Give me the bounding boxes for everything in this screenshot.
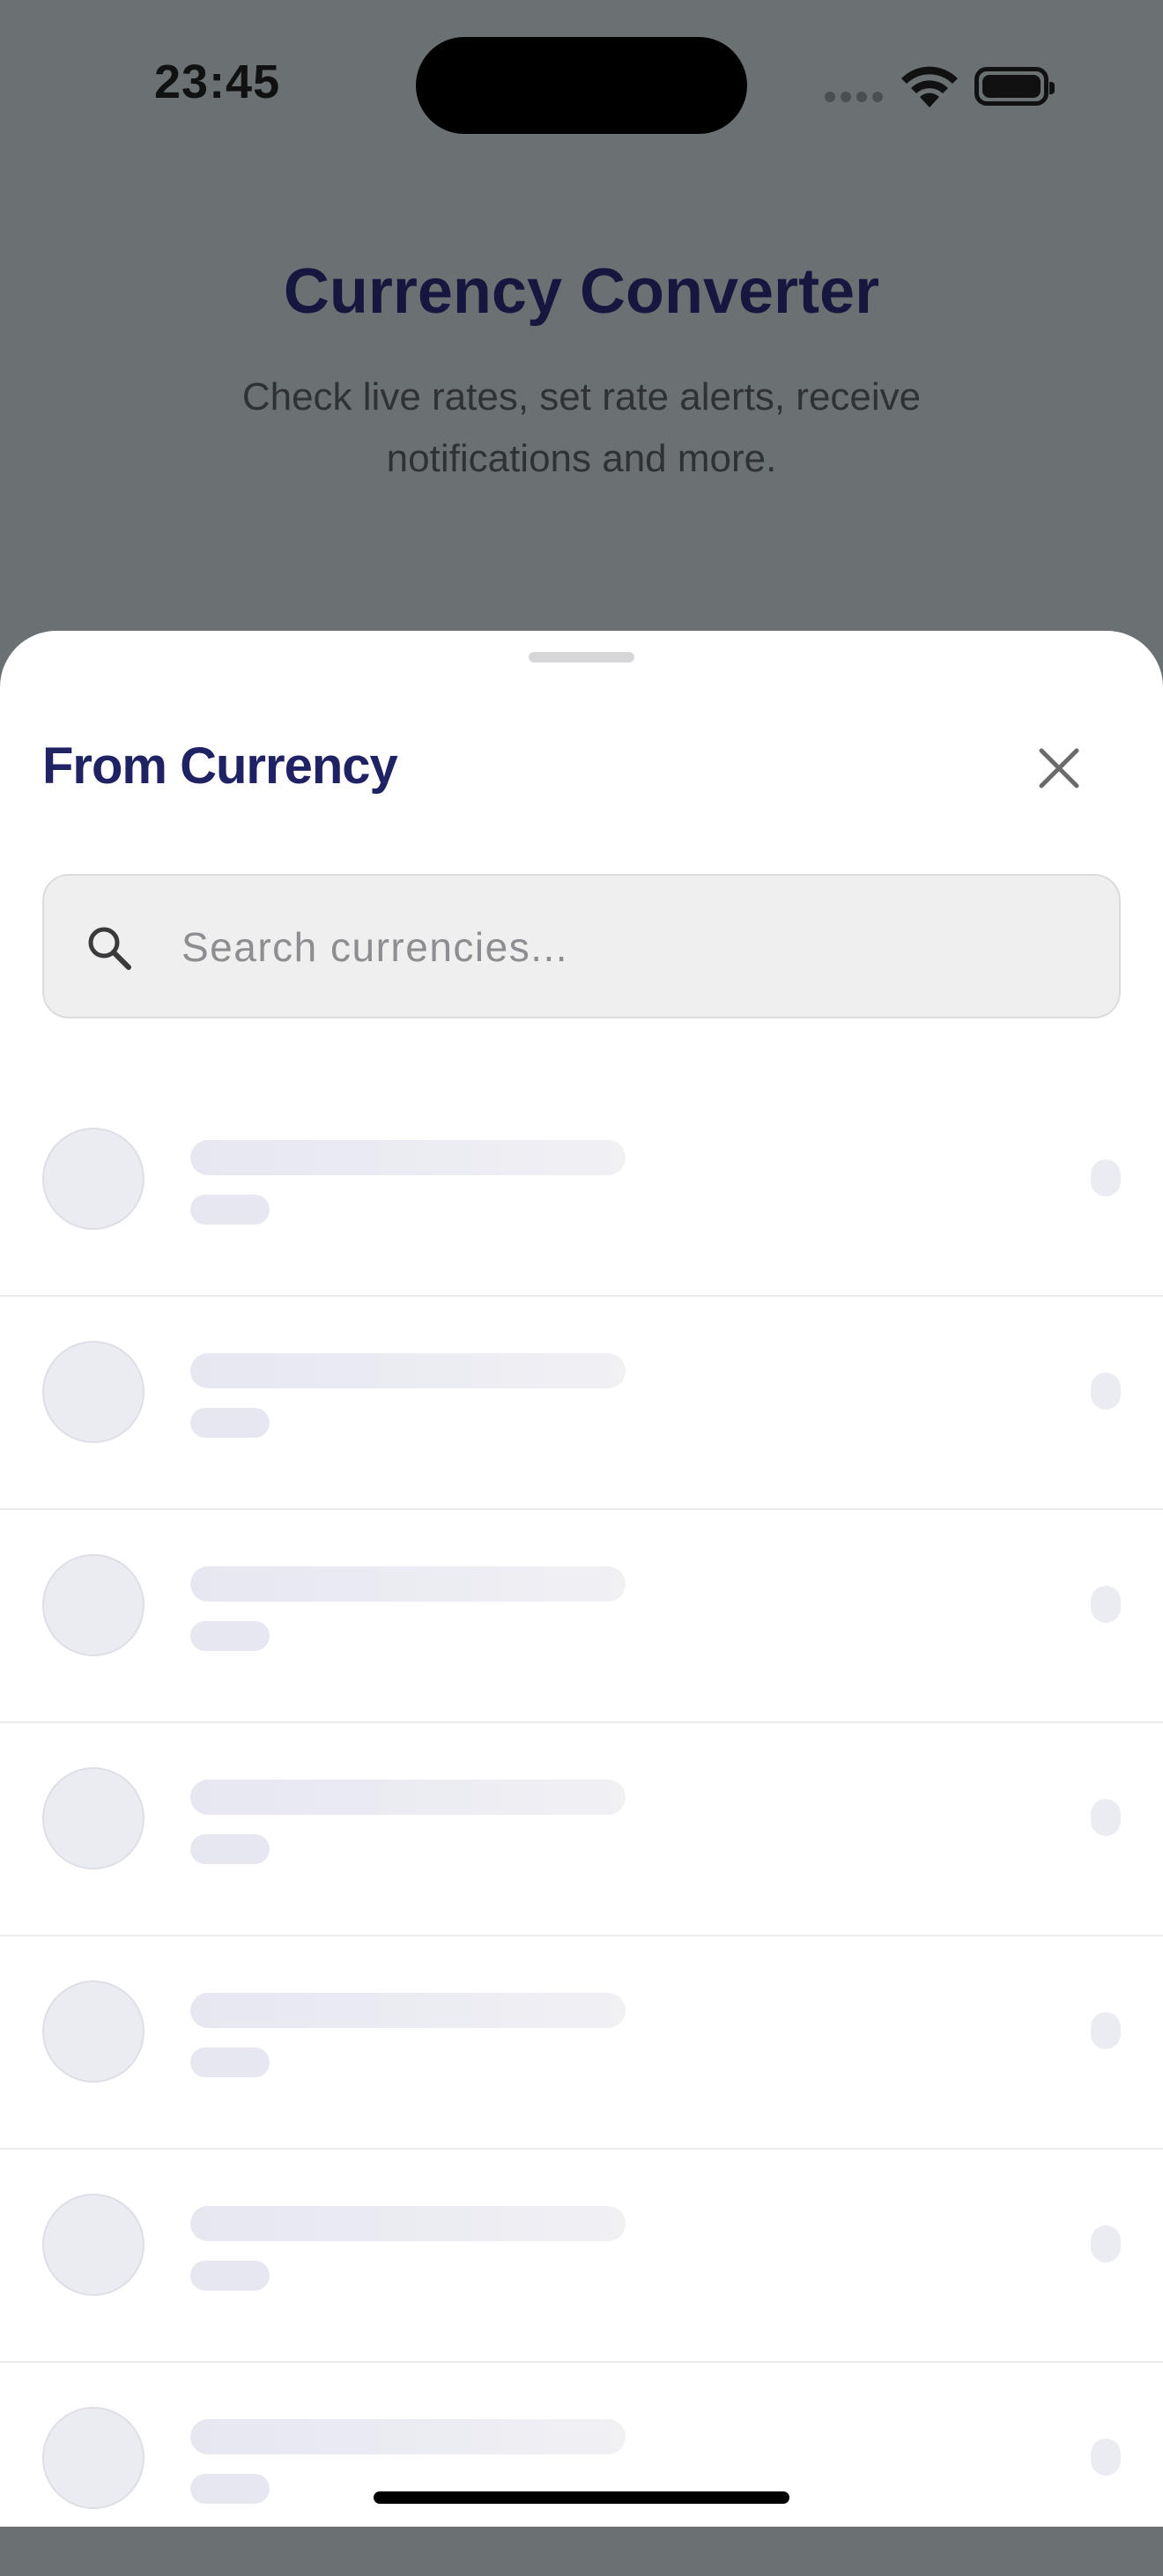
skeleton-title	[190, 2206, 626, 2241]
page-title: Currency Converter	[283, 256, 880, 327]
skeleton-indicator	[1091, 2439, 1121, 2476]
skeleton-flag	[42, 2194, 144, 2296]
dynamic-island	[416, 37, 747, 134]
list-item-skeleton	[0, 1297, 1163, 1510]
skeleton-flag	[42, 1980, 144, 2083]
skeleton-flag	[42, 2407, 144, 2509]
skeleton-flag	[42, 1554, 144, 1656]
home-indicator[interactable]	[374, 2491, 789, 2504]
battery-icon	[974, 67, 1055, 106]
list-item-skeleton	[0, 1084, 1163, 1297]
skeleton-indicator	[1091, 1373, 1121, 1410]
list-item-skeleton	[0, 2363, 1163, 2576]
search-field[interactable]	[42, 874, 1121, 1018]
sheet-grabber[interactable]	[529, 652, 634, 663]
skeleton-title	[190, 1140, 626, 1175]
skeleton-code	[190, 2047, 270, 2077]
wifi-icon	[901, 66, 958, 107]
list-item-skeleton	[0, 1510, 1163, 1723]
close-button[interactable]	[1027, 737, 1091, 800]
skeleton-title	[190, 2419, 626, 2454]
list-item-skeleton	[0, 1723, 1163, 1936]
search-input[interactable]	[180, 902, 1082, 992]
skeleton-indicator	[1091, 1586, 1121, 1623]
skeleton-flag	[42, 1128, 144, 1230]
skeleton-code	[190, 1195, 270, 1225]
skeleton-flag	[42, 1341, 144, 1443]
skeleton-code	[190, 2261, 270, 2291]
close-icon	[1039, 748, 1079, 788]
skeleton-flag	[42, 1767, 144, 1869]
currency-picker-sheet: From Currency	[0, 631, 1163, 2527]
skeleton-indicator	[1091, 1799, 1121, 1836]
search-icon	[88, 927, 131, 970]
skeleton-indicator	[1091, 1159, 1121, 1196]
skeleton-title	[190, 1353, 626, 1388]
status-time: 23:45	[154, 56, 281, 108]
skeleton-indicator	[1091, 2012, 1121, 2049]
skeleton-code	[190, 1621, 270, 1651]
page-subtitle: Check live rates, set rate alerts, recei…	[241, 375, 922, 480]
skeleton-title	[190, 1780, 626, 1815]
skeleton-code	[190, 2474, 270, 2504]
skeleton-indicator	[1091, 2225, 1121, 2262]
sheet-title: From Currency	[42, 737, 398, 795]
currency-list	[0, 1084, 1163, 2576]
skeleton-title	[190, 1566, 626, 1602]
list-item-skeleton	[0, 1936, 1163, 2150]
skeleton-code	[190, 1834, 270, 1864]
skeleton-code	[190, 1408, 270, 1438]
skeleton-title	[190, 1993, 626, 2028]
list-item-skeleton	[0, 2150, 1163, 2363]
